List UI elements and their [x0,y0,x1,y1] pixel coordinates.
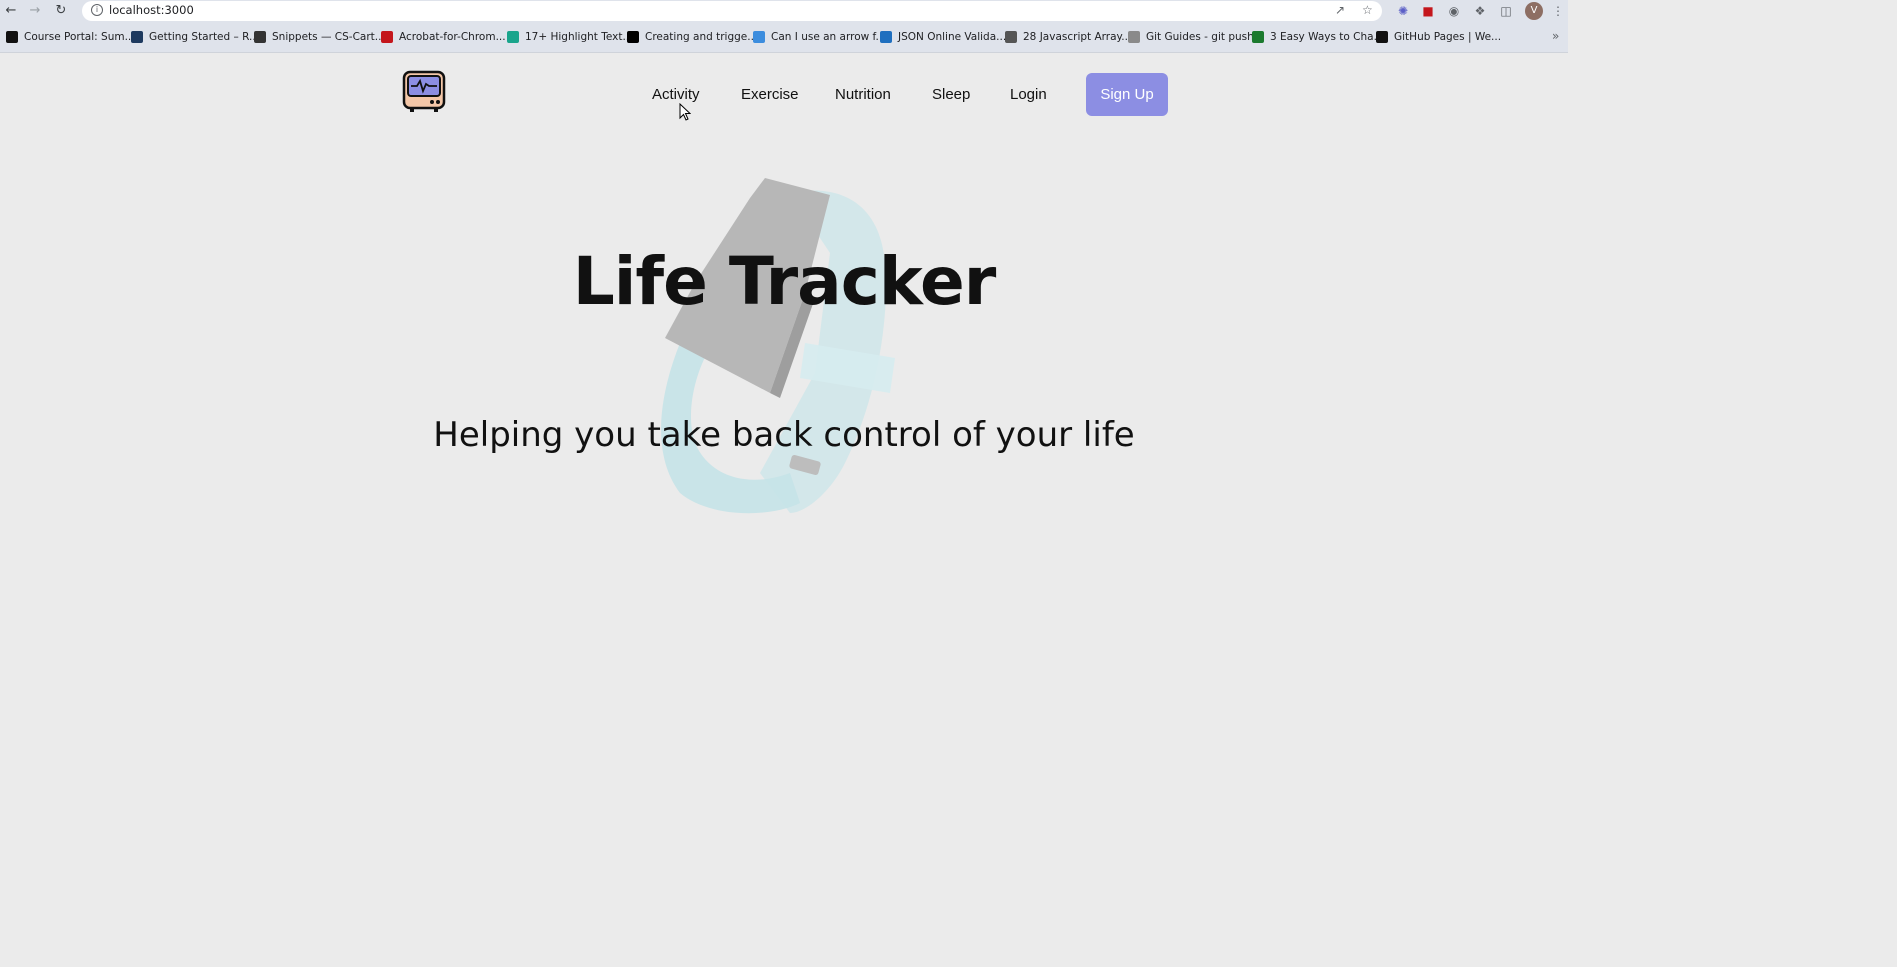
mouse-cursor-icon [679,103,691,121]
bookmark-label: Acrobat-for-Chrom... [399,31,506,43]
extensions-puzzle-icon[interactable]: ❖ [1472,3,1488,19]
nav-login[interactable]: Login [1010,86,1047,103]
bookmark-item[interactable]: Getting Started – R... [131,27,259,47]
bookmark-favicon-icon [1128,31,1140,43]
hero-title: Life Tracker [572,243,997,320]
bookmark-favicon-icon [507,31,519,43]
bookmark-item[interactable]: Creating and trigge... [627,27,757,47]
bookmark-favicon-icon [131,31,143,43]
bookmarks-overflow-icon[interactable]: » [1552,29,1559,43]
hero-subtitle: Helping you take back control of your li… [433,415,1135,455]
forward-icon[interactable]: → [26,2,44,20]
bookmark-favicon-icon [1005,31,1017,43]
bookmark-label: GitHub Pages | We... [1394,31,1502,43]
bookmark-item[interactable]: Can I use an arrow f... [753,27,886,47]
browser-toolbar: ← → ↻ i localhost:3000 ↗ ☆ ✺ ■ ◉ ❖ ◫ V ⋮… [0,0,1568,53]
bookmark-item[interactable]: JSON Online Valida... [880,27,1006,47]
nav-activity[interactable]: Activity [652,86,700,103]
bookmark-favicon-icon [6,31,18,43]
back-icon[interactable]: ← [2,2,20,20]
bookmark-favicon-icon [753,31,765,43]
bookmark-label: Can I use an arrow f... [771,31,886,43]
nav-nutrition[interactable]: Nutrition [835,86,891,103]
bookmark-item[interactable]: GitHub Pages | We... [1376,27,1501,47]
profile-avatar[interactable]: V [1525,2,1543,20]
bookmark-item[interactable]: Course Portal: Sum... [6,27,135,47]
bookmark-item[interactable]: Acrobat-for-Chrom... [381,27,506,47]
nav-exercise[interactable]: Exercise [741,86,799,103]
bookmarks-bar: Course Portal: Sum... Getting Started – … [0,27,1568,47]
share-icon[interactable]: ↗ [1335,3,1345,17]
bookmark-item[interactable]: Snippets — CS-Cart... [254,27,385,47]
nav-sleep[interactable]: Sleep [932,86,970,103]
bookmark-favicon-icon [880,31,892,43]
bookmark-label: 17+ Highlight Text... [525,31,633,43]
extension-red-icon[interactable]: ■ [1420,3,1436,19]
signup-button[interactable]: Sign Up [1086,73,1168,116]
reload-icon[interactable]: ↻ [52,2,70,20]
bookmark-label: Git Guides - git push [1146,31,1254,43]
bookmark-item[interactable]: 28 Javascript Array... [1005,27,1131,47]
fitness-band-image [661,178,895,514]
bookmark-label: 28 Javascript Array... [1023,31,1132,43]
bookmark-favicon-icon [1252,31,1264,43]
menu-kebab-icon[interactable]: ⋮ [1550,3,1566,19]
logo-monitor-icon[interactable] [402,70,446,114]
address-bar[interactable]: i localhost:3000 ↗ ☆ [82,1,1382,21]
extension-badge-icon[interactable]: ✺ [1395,3,1411,19]
url-text[interactable]: localhost:3000 [109,3,194,17]
bookmark-label: JSON Online Valida... [898,31,1007,43]
bookmark-label: Snippets — CS-Cart... [272,31,385,43]
bookmark-label: Creating and trigge... [645,31,758,43]
bookmark-item[interactable]: Git Guides - git push [1128,27,1254,47]
bookmark-star-icon[interactable]: ☆ [1362,3,1373,17]
address-row: ← → ↻ i localhost:3000 ↗ ☆ ✺ ■ ◉ ❖ ◫ V ⋮ [0,0,1568,22]
bookmark-favicon-icon [1376,31,1388,43]
bookmark-favicon-icon [381,31,393,43]
bookmark-item[interactable]: 3 Easy Ways to Cha... [1252,27,1384,47]
side-panel-icon[interactable]: ◫ [1498,3,1514,19]
extension-bug-icon[interactable]: ◉ [1446,3,1462,19]
bookmark-item[interactable]: 17+ Highlight Text... [507,27,633,47]
bookmark-label: 3 Easy Ways to Cha... [1270,31,1384,43]
page: Activity Exercise Nutrition Sleep Login … [0,53,1568,799]
site-info-icon[interactable]: i [91,4,103,16]
bookmark-label: Getting Started – R... [149,31,260,43]
bookmark-label: Course Portal: Sum... [24,31,135,43]
bookmark-favicon-icon [627,31,639,43]
bookmark-favicon-icon [254,31,266,43]
